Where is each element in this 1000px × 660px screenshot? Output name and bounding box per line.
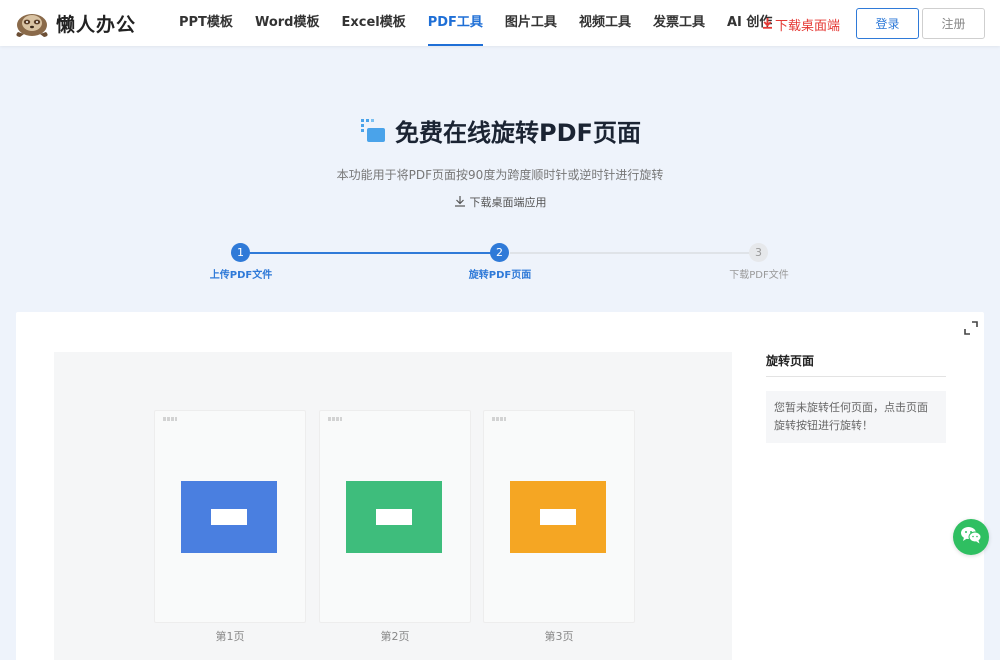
expand-icon[interactable] bbox=[964, 320, 978, 335]
nav-ppt-templates[interactable]: PPT模板 bbox=[168, 0, 244, 46]
pdf-page-thumbnail[interactable] bbox=[483, 410, 635, 623]
logo-text: 懒人办公 bbox=[56, 13, 137, 36]
page-header-mark bbox=[328, 417, 342, 421]
download-app-label: 下载桌面端应用 bbox=[469, 196, 547, 209]
nav-image-tools[interactable]: 图片工具 bbox=[494, 0, 568, 46]
pdf-page-thumbnail[interactable] bbox=[319, 410, 471, 623]
step-connector-todo bbox=[510, 252, 758, 254]
page-subtitle: 本功能用于将PDF页面按90度为跨度顺时针或逆时针进行旋转 bbox=[336, 168, 664, 182]
page-content-block bbox=[510, 481, 606, 553]
site-logo[interactable]: 懒人办公 bbox=[14, 8, 136, 38]
step-2-indicator: 2 bbox=[490, 243, 509, 262]
register-button[interactable]: 注册 bbox=[922, 8, 985, 39]
page-2-label: 第2页 bbox=[380, 630, 410, 643]
login-button[interactable]: 登录 bbox=[856, 8, 919, 39]
wechat-contact-button[interactable] bbox=[953, 519, 989, 555]
step-connector-done bbox=[250, 252, 500, 254]
nav-pdf-tools[interactable]: PDF工具 bbox=[417, 0, 494, 46]
page-title: 免费在线旋转PDF页面 bbox=[0, 113, 1000, 148]
page-header-mark bbox=[492, 417, 506, 421]
rotate-pdf-tool-icon bbox=[359, 117, 387, 145]
page-content-inner bbox=[376, 509, 412, 525]
nav-video-tools[interactable]: 视频工具 bbox=[568, 0, 642, 46]
rotate-workspace: 第1页 第2页 第3页 旋转页面 您暂未旋转任何页面，点击页面旋转按钮进行旋转！ bbox=[16, 312, 984, 660]
sloth-logo-icon bbox=[14, 8, 50, 38]
nav-invoice-tools[interactable]: 发票工具 bbox=[642, 0, 716, 46]
download-arrow-icon bbox=[762, 17, 773, 33]
page-preview-area bbox=[54, 352, 732, 660]
download-desktop-link[interactable]: 下载桌面端 bbox=[762, 15, 840, 34]
side-panel-message: 您暂未旋转任何页面，点击页面旋转按钮进行旋转！ bbox=[766, 391, 946, 443]
page-content-inner bbox=[540, 509, 576, 525]
wechat-icon bbox=[960, 526, 982, 548]
page-3-label: 第3页 bbox=[544, 630, 574, 643]
main-nav: PPT模板 Word模板 Excel模板 PDF工具 图片工具 视频工具 发票工… bbox=[168, 0, 783, 46]
page-title-text: 免费在线旋转PDF页面 bbox=[395, 119, 641, 147]
rotate-side-panel: 旋转页面 您暂未旋转任何页面，点击页面旋转按钮进行旋转！ bbox=[766, 352, 946, 443]
nav-word-templates[interactable]: Word模板 bbox=[244, 0, 331, 46]
step-2-label: 旋转PDF页面 bbox=[468, 270, 532, 281]
step-3-indicator: 3 bbox=[749, 243, 768, 262]
side-panel-title: 旋转页面 bbox=[766, 352, 946, 377]
download-icon bbox=[454, 195, 466, 210]
step-3-label: 下载PDF文件 bbox=[729, 270, 789, 281]
download-desktop-label: 下载桌面端 bbox=[775, 19, 841, 34]
page-header-mark bbox=[163, 417, 177, 421]
page-content-inner bbox=[211, 509, 247, 525]
progress-steps: 1 上传PDF文件 2 旋转PDF页面 3 下载PDF文件 bbox=[0, 240, 1000, 290]
step-1-label: 上传PDF文件 bbox=[209, 270, 273, 281]
download-app-link[interactable]: 下载桌面端应用 bbox=[0, 194, 1000, 210]
top-header: 懒人办公 PPT模板 Word模板 Excel模板 PDF工具 图片工具 视频工… bbox=[0, 0, 1000, 46]
pdf-page-thumbnail[interactable] bbox=[154, 410, 306, 623]
nav-excel-templates[interactable]: Excel模板 bbox=[330, 0, 416, 46]
page-1-label: 第1页 bbox=[215, 630, 245, 643]
page-content-block bbox=[181, 481, 277, 553]
page-content-block bbox=[346, 481, 442, 553]
step-1-indicator: 1 bbox=[231, 243, 250, 262]
